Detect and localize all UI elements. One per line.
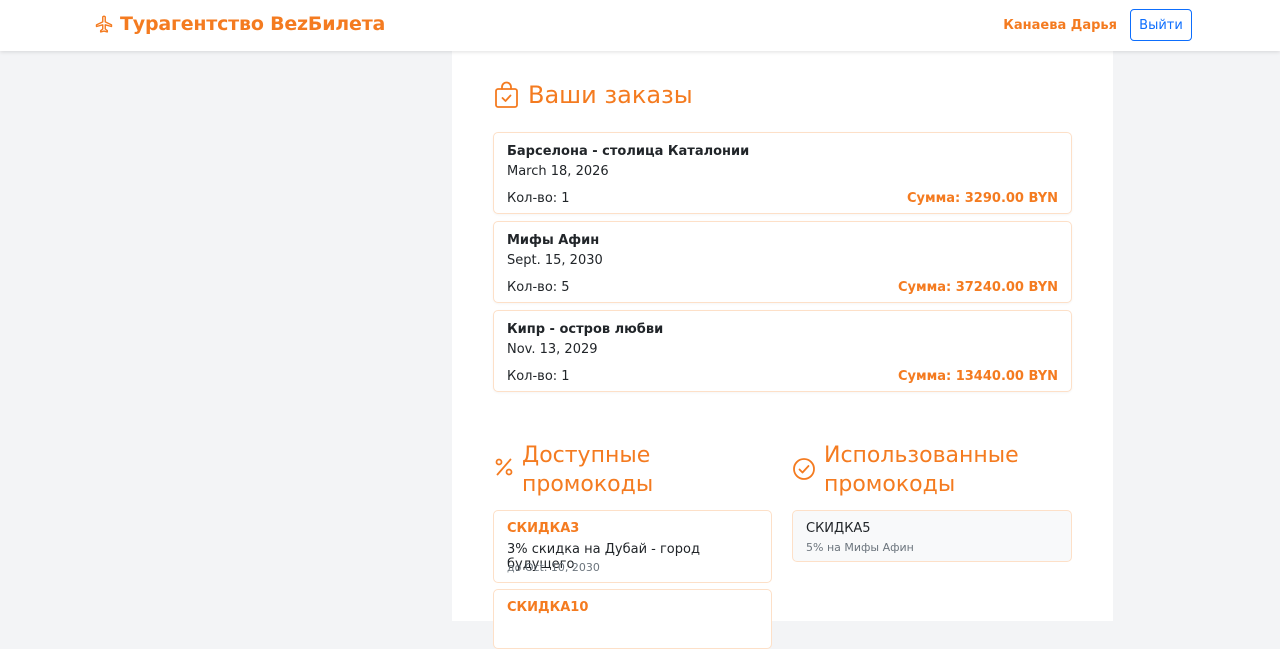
check-circle-icon <box>793 458 815 480</box>
order-sum: Сумма: 37240.00 BYN <box>897 280 1058 295</box>
shopping-bag-check-icon <box>495 81 518 108</box>
used-promos-heading-line2: промокоды <box>824 472 956 497</box>
order-date: Sept. 15, 2030 <box>507 253 603 268</box>
used-promos-heading: Использованные промокоды <box>792 441 1019 499</box>
used-promo-description: 5% на Мифы Афин <box>806 541 914 554</box>
promo-code: СКИДКА10 <box>507 600 589 615</box>
airplane-icon <box>95 15 113 33</box>
order-title: Барселона - столица Каталонии <box>507 144 750 159</box>
brand-name: Турагентство BezБилета <box>120 13 386 35</box>
promo-code: СКИДКА3 <box>507 521 580 536</box>
order-date: March 18, 2026 <box>507 164 609 179</box>
percent-icon <box>495 458 513 476</box>
order-quantity: Кол-во: 1 <box>507 191 570 206</box>
promo-card: СКИДКА10 <box>493 589 772 649</box>
orders-heading: Ваши заказы <box>494 81 693 109</box>
logout-button[interactable]: Выйти <box>1130 9 1192 41</box>
brand-link[interactable]: Турагентство BezБилета <box>94 13 385 35</box>
order-card: Барселона - столица Каталонии March 18, … <box>493 132 1072 214</box>
order-card: Мифы Афин Sept. 15, 2030 Кол-во: 5 Сумма… <box>493 221 1072 303</box>
order-date: Nov. 13, 2029 <box>507 342 598 357</box>
main-content: Ваши заказы Барселона - столица Каталони… <box>452 51 1113 649</box>
order-title: Кипр - остров любви <box>507 322 664 337</box>
order-sum: Сумма: 3290.00 BYN <box>907 191 1058 206</box>
available-promos-heading-line2: промокоды <box>522 472 654 497</box>
used-promos-heading-line1: Использованные <box>824 443 1019 468</box>
order-card: Кипр - остров любви Nov. 13, 2029 Кол-во… <box>493 310 1072 392</box>
order-sum: Сумма: 13440.00 BYN <box>897 369 1058 384</box>
promo-card: СКИДКА3 3% скидка на Дубай - город будущ… <box>493 510 772 583</box>
promo-expiry: до Oct. 10, 2030 <box>507 561 600 574</box>
available-promos-heading-line1: Доступные <box>522 443 651 468</box>
used-promo-code: СКИДКА5 <box>806 521 871 536</box>
order-quantity: Кол-во: 5 <box>507 280 570 295</box>
orders-heading-text: Ваши заказы <box>528 81 693 109</box>
order-title: Мифы Афин <box>507 233 600 248</box>
available-promos-heading: Доступные промокоды <box>494 441 653 499</box>
order-quantity: Кол-во: 1 <box>507 369 570 384</box>
used-promo-card: СКИДКА5 5% на Мифы Афин <box>792 510 1072 562</box>
navbar: Турагентство BezБилета Канаева Дарья Вый… <box>0 0 1280 51</box>
user-name-link[interactable]: Канаева Дарья <box>1003 18 1117 33</box>
